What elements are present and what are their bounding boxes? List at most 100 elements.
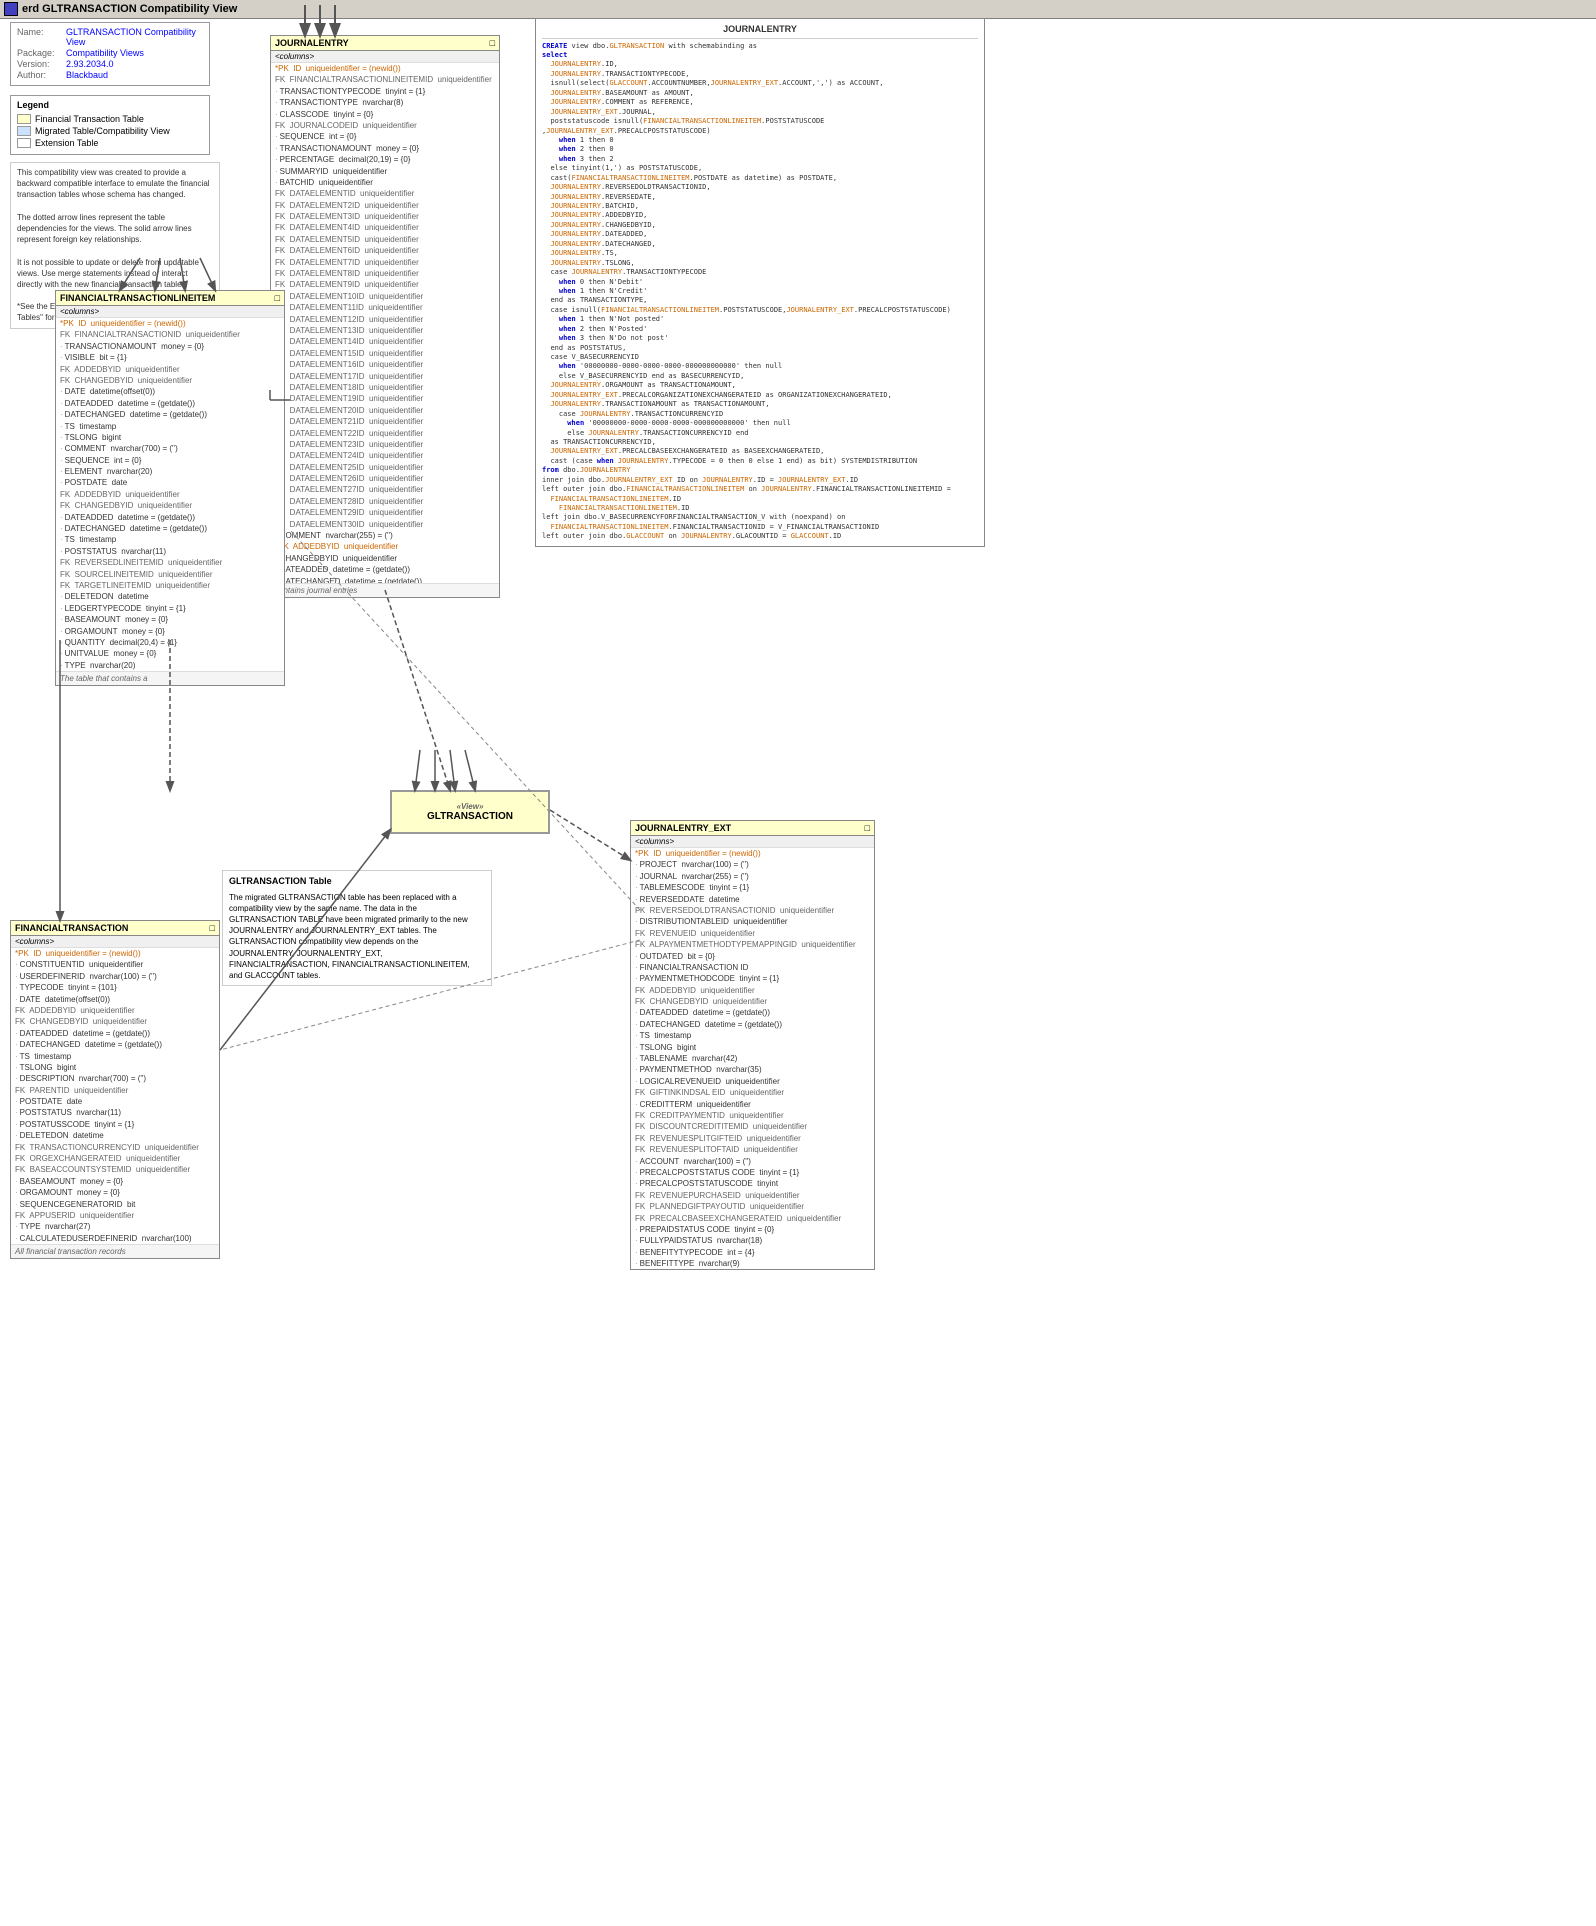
je-col-jcid: FK JOURNALCODEID uniqueidentifier <box>271 120 499 131</box>
journalentry-expand-icon[interactable]: □ <box>490 38 495 48</box>
legend-color-migrated <box>17 126 31 136</box>
ftlineitem-header: FINANCIALTRANSACTIONLINEITEM □ <box>56 291 284 306</box>
jeext-ftid: ·FINANCIALTRANSACTION ID <box>631 962 874 973</box>
je-col-de16: FK DATAELEMENT16ID uniqueidentifier <box>271 359 499 370</box>
gltransaction-desc-box: GLTRANSACTION Table The migrated GLTRANS… <box>222 870 492 986</box>
ft-title: FINANCIALTRANSACTION <box>15 923 128 933</box>
ft-desc: ·DESCRIPTION nvarchar(700) = ('') <box>11 1073 219 1084</box>
je-col-de13: FK DATAELEMENT13ID uniqueidentifier <box>271 325 499 336</box>
ft-col-header: <columns> <box>11 936 219 948</box>
je-col-de9: FK DATAELEMENT9ID uniqueidentifier <box>271 279 499 290</box>
je-col-dateadded: ·DATEADDED datetime = (getdate()) <box>271 564 499 575</box>
je-col-de15: FK DATAELEMENT15ID uniqueidentifier <box>271 348 499 359</box>
ftli-date: ·DATE datetime(offset(0)) <box>56 386 284 397</box>
jeext-reversedoldid: FK REVERSEDOLDTRANSACTIONID uniqueidenti… <box>631 905 874 916</box>
je-col-de1: FK DATAELEMENTID uniqueidentifier <box>271 188 499 199</box>
ft-baseamt: ·BASEAMOUNT money = {0} <box>11 1176 219 1187</box>
ftlineitem-col-header: <columns> <box>56 306 284 318</box>
jeext-outdated: ·OUTDATED bit = {0} <box>631 951 874 962</box>
ft-tslong: ·TSLONG bigint <box>11 1062 219 1073</box>
je-col-de8: FK DATAELEMENT8ID uniqueidentifier <box>271 268 499 279</box>
ft-type: ·TYPE nvarchar(27) <box>11 1221 219 1232</box>
jeext-revpurchaseid: FK REVENUEPURCHASEID uniqueidentifier <box>631 1190 874 1201</box>
ftli-notes: The table that contains a <box>56 671 284 685</box>
ft-expand-icon[interactable]: □ <box>210 923 215 933</box>
jeext-plannedgiftid: FK PLANNEDGIFTPAYOUTID uniqueidentifier <box>631 1201 874 1212</box>
ft-orgamt: ·ORGAMOUNT money = {0} <box>11 1187 219 1198</box>
legend-color-ft <box>17 114 31 124</box>
jeext-precalcpoststatuscode: ·PRECALCPOSTSTATUS CODE tinyint = {1} <box>631 1167 874 1178</box>
sql-code: CREATE view dbo.GLTRANSACTION with schem… <box>542 42 978 542</box>
je-col-de29: FK DATAELEMENT29ID uniqueidentifier <box>271 507 499 518</box>
ftli-srclineitemid: FK SOURCELINEITEMID uniqueidentifier <box>56 569 284 580</box>
jeext-reverseddate: ·REVERSEDDATE datetime <box>631 894 874 905</box>
ft-columns: *PK ID uniqueidentifier = (newid()) ·CON… <box>11 948 219 1244</box>
ft-header: FINANCIALTRANSACTION □ <box>11 921 219 936</box>
je-col-de30: FK DATAELEMENT30ID uniqueidentifier <box>271 519 499 530</box>
ftli-ta: ·TRANSACTIONAMOUNT money = {0} <box>56 341 284 352</box>
info-package-row: Package: Compatibility Views <box>17 48 203 58</box>
info-name-row: Name: GLTRANSACTION Compatibility View <box>17 27 203 47</box>
ftli-changedby: FK CHANGEDBYID uniqueidentifier <box>56 375 284 386</box>
je-col-de19: FK DATAELEMENT19ID uniqueidentifier <box>271 393 499 404</box>
je-col-changedby: ·CHANGEDBYID uniqueidentifier <box>271 553 499 564</box>
jeext-id: *PK ID uniqueidentifier = (newid()) <box>631 848 874 859</box>
legend-title: Legend <box>17 100 203 110</box>
jeext-creditpaymentid: FK CREDITPAYMENTID uniqueidentifier <box>631 1110 874 1121</box>
ftli-dateadded: ·DATEADDED datetime = (getdate()) <box>56 398 284 409</box>
ftlineitem-expand-icon[interactable]: □ <box>275 293 280 303</box>
je-col-de20: FK DATAELEMENT20ID uniqueidentifier <box>271 405 499 416</box>
ftli-tgtlineitemid: FK TARGETLINEITEMID uniqueidentifier <box>56 580 284 591</box>
ft-poststatus: ·POSTSTATUS nvarchar(11) <box>11 1107 219 1118</box>
je-col-seq: ·SEQUENCE int = {0} <box>271 131 499 142</box>
ftli-ts: ·TS timestamp <box>56 421 284 432</box>
legend-panel: Legend Financial Transaction Table Migra… <box>10 95 210 155</box>
je-col-de24: FK DATAELEMENT24ID uniqueidentifier <box>271 450 499 461</box>
je-col-ttc: ·TRANSACTIONTYPECODE tinyint = {1} <box>271 86 499 97</box>
ft-baseacctsysid: FK BASEACCOUNTSYSTEMID uniqueidentifier <box>11 1164 219 1175</box>
ft-notes: All financial transaction records <box>11 1244 219 1258</box>
jeext-revsplitgifteid: FK REVENUESPLITGIFTEID uniqueidentifier <box>631 1133 874 1144</box>
je-col-de26: FK DATAELEMENT26ID uniqueidentifier <box>271 473 499 484</box>
je-col-sumid: ·SUMMARYID uniqueidentifier <box>271 166 499 177</box>
ft-changedby: FK CHANGEDBYID uniqueidentifier <box>11 1016 219 1027</box>
ftli-revlineitemid: FK REVERSEDLINEITEMID uniqueidentifier <box>56 557 284 568</box>
arrow-down-gltrans-3 <box>450 750 455 790</box>
je-col-de18: FK DATAELEMENT18ID uniqueidentifier <box>271 382 499 393</box>
ftli-ledgertypecode: ·LEDGERTYPECODE tinyint = {1} <box>56 603 284 614</box>
gltrans-view-title: GLTRANSACTION <box>412 811 528 822</box>
je-col-de25: FK DATAELEMENT25ID uniqueidentifier <box>271 462 499 473</box>
jeext-benefitytypecode: ·BENEFITYTYPECODE int = {4} <box>631 1247 874 1258</box>
je-col-comment: ·COMMENT nvarchar(255) = ('') <box>271 530 499 541</box>
desc-text3: It is not possible to update or delete f… <box>17 257 213 291</box>
ft-orgexchid: FK ORGEXCHANGERATEID uniqueidentifier <box>11 1153 219 1164</box>
ftli-dateadded2: ·DATEADDED datetime = (getdate()) <box>56 512 284 523</box>
jeext-disttableid: ·DISTRIBUTIONTABLEID uniqueidentifier <box>631 916 874 927</box>
ftli-addedby: FK ADDEDBYID uniqueidentifier <box>56 364 284 375</box>
legend-item-ext: Extension Table <box>17 138 203 148</box>
je-col-de3: FK DATAELEMENT3ID uniqueidentifier <box>271 211 499 222</box>
ftlineitem-columns: *PK ID uniqueidentifier = (newid()) FK F… <box>56 318 284 671</box>
legend-color-ext <box>17 138 31 148</box>
jeext-tablename: ·TABLENAME nvarchar(42) <box>631 1053 874 1064</box>
ft-userdefinerid: ·USERDEFINERID nvarchar(100) = ('') <box>11 971 219 982</box>
je-col-de11: FK DATAELEMENT11ID uniqueidentifier <box>271 302 499 313</box>
je-col-de28: FK DATAELEMENT28ID uniqueidentifier <box>271 496 499 507</box>
ftli-postdate: ·POSTDATE date <box>56 477 284 488</box>
journalentry-header: JOURNALENTRY □ <box>271 36 499 51</box>
ftli-addedby2: FK ADDEDBYID uniqueidentifier <box>56 489 284 500</box>
journalentry-title: JOURNALENTRY <box>275 38 349 48</box>
ft-typecode: ·TYPECODE tinyint = {101} <box>11 982 219 993</box>
ftli-qty: ·QUANTITY decimal(20,4) = {1} <box>56 637 284 648</box>
gltransaction-view-box: «View» GLTRANSACTION <box>390 790 550 834</box>
jeext-creditterm: ·CREDITTERM uniqueidentifier <box>631 1099 874 1110</box>
info-author-row: Author: Blackbaud <box>17 70 203 80</box>
jeext-expand-icon[interactable]: □ <box>865 823 870 833</box>
jeext-benefittype: ·BENEFITTYPE nvarchar(9) <box>631 1258 874 1269</box>
ft-id: *PK ID uniqueidentifier = (newid()) <box>11 948 219 959</box>
ft-date: ·DATE datetime(offset(0)) <box>11 994 219 1005</box>
arrow-je-gltrans <box>385 590 450 790</box>
jeext-account: ·ACCOUNT nvarchar(100) = ('') <box>631 1156 874 1167</box>
je-col-bid: ·BATCHID uniqueidentifier <box>271 177 499 188</box>
ftli-baseamt: ·BASEAMOUNT money = {0} <box>56 614 284 625</box>
